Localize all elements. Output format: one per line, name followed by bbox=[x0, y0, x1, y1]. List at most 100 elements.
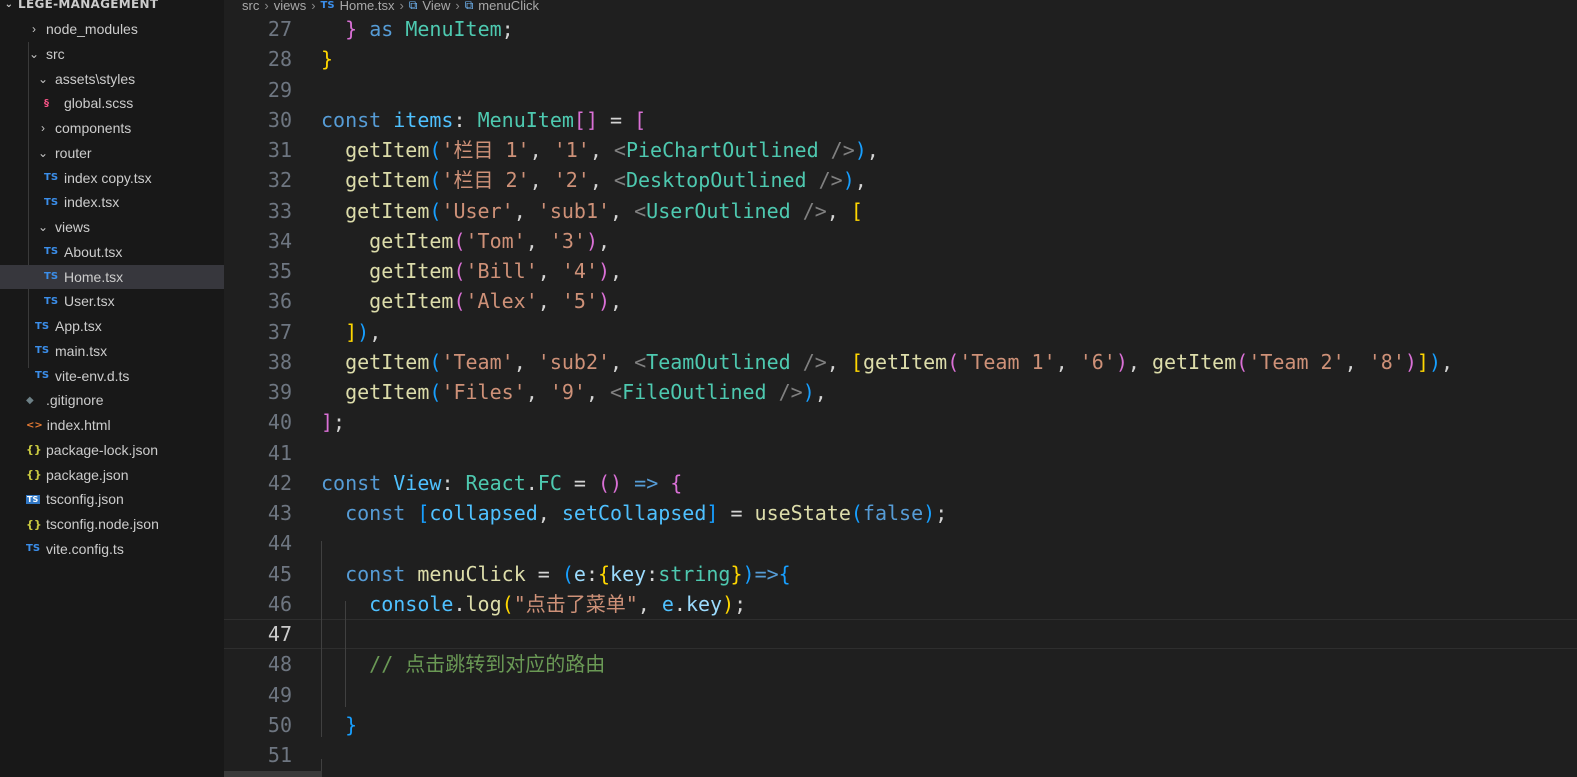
code-editor[interactable]: 27 } as MenuItem; 28} 29 30 const items: Men… bbox=[224, 14, 1577, 777]
code-line[interactable]: 48 // 点击跳转到对应的路由 bbox=[224, 649, 1577, 679]
code-token: < bbox=[610, 380, 623, 404]
code-token: ] bbox=[706, 501, 719, 525]
code-token: ( bbox=[453, 228, 466, 253]
file-item[interactable]: TS App.tsx bbox=[0, 314, 224, 338]
code-text: getItem('Bill', '4'), bbox=[321, 256, 622, 286]
ts-icon: TS bbox=[320, 0, 335, 11]
tree-item-label: assets\styles bbox=[55, 70, 136, 87]
code-line[interactable]: 29 bbox=[224, 75, 1577, 105]
file-item[interactable]: TS main.tsx bbox=[0, 339, 224, 363]
code-line[interactable]: 50 } bbox=[224, 710, 1577, 740]
file-item[interactable]: TS vite.config.ts bbox=[0, 537, 224, 561]
code-token: = bbox=[598, 107, 635, 132]
code-line[interactable]: 49 bbox=[224, 680, 1577, 710]
file-item[interactable]: {} package.json bbox=[0, 463, 224, 487]
code-line[interactable]: 44 bbox=[224, 528, 1577, 558]
code-token: ( bbox=[947, 349, 960, 374]
line-number: 27 bbox=[267, 17, 292, 41]
file-item[interactable]: TS User.tsx bbox=[0, 289, 224, 313]
file-item[interactable]: TS Home.tsx bbox=[0, 264, 224, 289]
code-text: const View: React.FC = () => { bbox=[321, 468, 682, 498]
code-line[interactable]: 51 bbox=[224, 740, 1577, 770]
code-line[interactable]: 36 getItem('Alex', '5'), bbox=[224, 286, 1577, 316]
code-token: getItem bbox=[345, 349, 430, 374]
file-item[interactable]: TS index.tsx bbox=[0, 190, 224, 214]
code-token: ; bbox=[501, 17, 514, 41]
code-line[interactable]: 40]; bbox=[224, 407, 1577, 437]
code-token: '5' bbox=[561, 289, 598, 314]
line-number: 38 bbox=[267, 349, 292, 374]
code-line[interactable]: 39 getItem('Files', '9', <FileOutlined /… bbox=[224, 377, 1577, 407]
line-number: 34 bbox=[267, 228, 292, 253]
code-line[interactable]: 42 const View: React.FC = () => { bbox=[224, 468, 1577, 498]
code-line[interactable]: 34 getItem('Tom', '3'), bbox=[224, 226, 1577, 256]
code-token: } bbox=[321, 47, 334, 72]
code-token: PieChartOutlined bbox=[625, 138, 819, 162]
code-line[interactable]: 33 getItem('User', 'sub1', <UserOutlined… bbox=[224, 196, 1577, 226]
file-item[interactable]: TS index copy.tsx bbox=[0, 166, 224, 190]
breadcrumb-file[interactable]: Home.tsx bbox=[340, 0, 395, 13]
code-token: () bbox=[598, 470, 623, 495]
code-line[interactable]: 37 ]), bbox=[224, 317, 1577, 347]
code-line[interactable]: 45 const menuClick = (e:{key:string})=>{ bbox=[224, 559, 1577, 589]
code-token: ) bbox=[585, 228, 598, 253]
folder-item[interactable]: › components bbox=[0, 116, 224, 140]
code-line[interactable]: 35 getItem('Bill', '4'), bbox=[224, 256, 1577, 286]
file-item[interactable]: <> index.html bbox=[0, 413, 224, 437]
code-line[interactable]: 27 } as MenuItem; bbox=[224, 14, 1577, 44]
file-item[interactable]: TS tsconfig.json bbox=[0, 487, 224, 511]
file-item[interactable]: § global.scss bbox=[0, 91, 224, 115]
file-item[interactable]: {} package-lock.json bbox=[0, 438, 224, 462]
code-token: , bbox=[589, 168, 614, 193]
file-item[interactable]: {} tsconfig.node.json bbox=[0, 512, 224, 536]
code-token: , bbox=[814, 380, 827, 404]
code-token: = bbox=[525, 561, 562, 586]
code-token: e bbox=[573, 561, 586, 586]
breadcrumb-view[interactable]: View bbox=[422, 0, 450, 13]
code-token: ( bbox=[501, 591, 514, 616]
code-line[interactable]: 41 bbox=[224, 438, 1577, 468]
code-line[interactable]: 31 getItem('栏目 1', '1', <PieChartOutline… bbox=[224, 135, 1577, 165]
horizontal-scrollbar[interactable] bbox=[224, 771, 322, 777]
project-header[interactable]: ⌄ LEGE-MANAGEMENT bbox=[0, 0, 224, 14]
folder-item[interactable]: ⌄ views bbox=[0, 215, 224, 239]
code-line[interactable]: 38 getItem('Team', 'sub2', <TeamOutlined… bbox=[224, 347, 1577, 377]
code-line[interactable]: 30 const items: MenuItem[] = [ bbox=[224, 105, 1577, 135]
ts-file-icon: TS bbox=[44, 196, 59, 208]
code-line[interactable]: 46 console.log("点击了菜单", e.key); bbox=[224, 589, 1577, 619]
code-token: } bbox=[730, 561, 743, 586]
file-item[interactable]: TS vite-env.d.ts bbox=[0, 364, 224, 388]
code-token: ) bbox=[1428, 349, 1441, 374]
folder-item[interactable]: › node_modules bbox=[0, 17, 224, 41]
code-line[interactable]: 47 bbox=[224, 619, 1577, 649]
code-token: . bbox=[453, 591, 466, 616]
code-token: => bbox=[754, 561, 779, 586]
breadcrumb-views[interactable]: views bbox=[274, 0, 307, 13]
file-item[interactable]: TS About.tsx bbox=[0, 240, 224, 264]
tree-item-label: App.tsx bbox=[55, 318, 102, 334]
file-item[interactable]: ◆ .gitignore bbox=[0, 388, 224, 412]
folder-item[interactable]: ⌄ assets\styles bbox=[0, 67, 224, 91]
code-token: const bbox=[321, 470, 382, 495]
line-number: 42 bbox=[267, 470, 292, 495]
folder-item[interactable]: ⌄ router bbox=[0, 141, 224, 165]
ts-file-icon: TS bbox=[44, 295, 59, 307]
folder-item[interactable]: ⌄ src bbox=[0, 42, 224, 66]
ts-file-icon: TS bbox=[35, 345, 50, 357]
chevron-down-icon: ⌄ bbox=[37, 145, 49, 160]
code-token: ( bbox=[429, 138, 442, 162]
code-line[interactable]: 28} bbox=[224, 44, 1577, 74]
code-line[interactable]: 32 getItem('栏目 2', '2', <DesktopOutlined… bbox=[224, 165, 1577, 195]
code-line[interactable]: 43 const [collapsed, setCollapsed] = use… bbox=[224, 498, 1577, 528]
code-token: [ bbox=[850, 198, 863, 223]
code-token: "点击了菜单" bbox=[513, 591, 638, 616]
code-token: , bbox=[1127, 349, 1152, 374]
breadcrumb-src[interactable]: src bbox=[242, 0, 259, 13]
breadcrumb-symbol[interactable]: menuClick bbox=[478, 0, 539, 13]
